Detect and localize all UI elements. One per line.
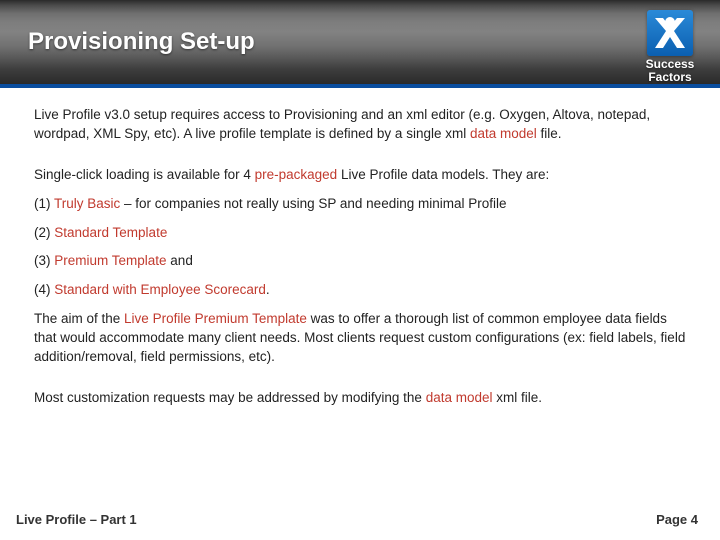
person-x-icon xyxy=(651,14,689,52)
prepackaged-intro: Single-click loading is available for 4 … xyxy=(34,166,686,185)
text: The aim of the xyxy=(34,311,124,326)
slide-footer: Live Profile – Part 1 Page 4 xyxy=(0,508,720,540)
list-item-4: (4) Standard with Employee Scorecard. xyxy=(34,281,686,300)
list-item-3: (3) Premium Template and xyxy=(34,252,686,271)
text: Live Profile data models. They are: xyxy=(337,167,549,182)
highlight-premium-template-long: Live Profile Premium Template xyxy=(124,311,307,326)
text: (1) xyxy=(34,196,54,211)
highlight-prepackaged: pre-packaged xyxy=(255,167,338,182)
slide-header: Provisioning Set-up Success Factors xyxy=(0,0,720,88)
brand-logo: Success Factors xyxy=(634,10,706,84)
text: Single-click loading is available for 4 xyxy=(34,167,255,182)
highlight-truly-basic: Truly Basic xyxy=(54,196,120,211)
slide-body: Live Profile v3.0 setup requires access … xyxy=(0,88,720,508)
highlight-data-model: data model xyxy=(470,126,537,141)
list-item-1: (1) Truly Basic – for companies not real… xyxy=(34,195,686,214)
text: and xyxy=(167,253,193,268)
highlight-standard-template: Standard Template xyxy=(54,225,167,240)
highlight-employee-scorecard: Standard with Employee Scorecard xyxy=(54,282,266,297)
text: Most customization requests may be addre… xyxy=(34,390,426,405)
text: (2) xyxy=(34,225,54,240)
slide-title: Provisioning Set-up xyxy=(0,0,720,56)
footer-left: Live Profile – Part 1 xyxy=(16,512,137,527)
text: file. xyxy=(537,126,562,141)
intro-paragraph: Live Profile v3.0 setup requires access … xyxy=(34,106,686,144)
footer-right: Page 4 xyxy=(656,512,698,527)
text: (4) xyxy=(34,282,54,297)
highlight-data-model-2: data model xyxy=(426,390,493,405)
list-item-2: (2) Standard Template xyxy=(34,224,686,243)
slide: Provisioning Set-up Success Factors Live… xyxy=(0,0,720,540)
customization-paragraph: Most customization requests may be addre… xyxy=(34,389,686,408)
text: (3) xyxy=(34,253,54,268)
text: . xyxy=(266,282,270,297)
highlight-premium-template: Premium Template xyxy=(54,253,166,268)
aim-paragraph: The aim of the Live Profile Premium Temp… xyxy=(34,310,686,367)
logo-mark xyxy=(647,10,693,56)
text: xml file. xyxy=(493,390,543,405)
text: – for companies not really using SP and … xyxy=(120,196,506,211)
brand-text-line2: Factors xyxy=(634,71,706,84)
